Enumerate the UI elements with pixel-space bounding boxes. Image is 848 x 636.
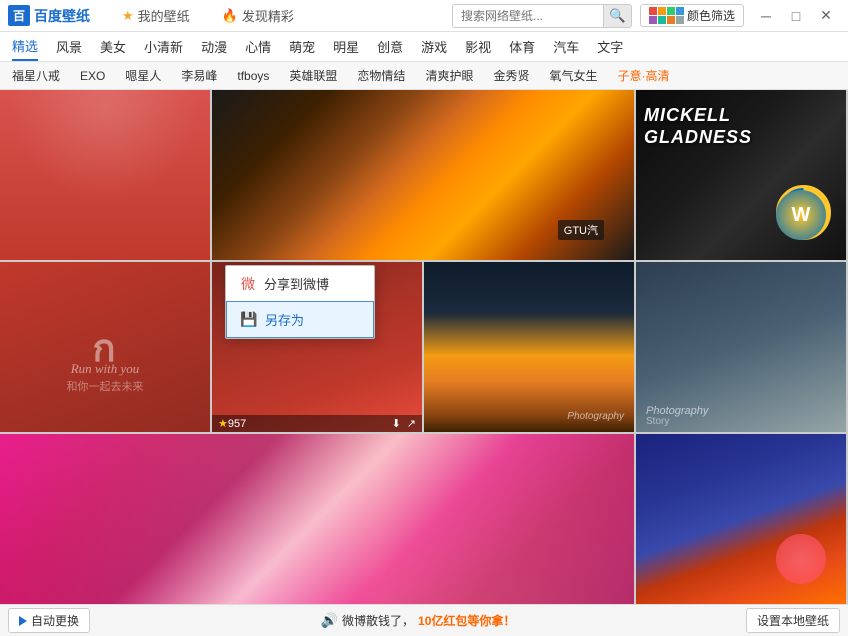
tag-kim[interactable]: 金秀贤 bbox=[493, 67, 529, 84]
cat-item-sports[interactable]: 体育 bbox=[509, 33, 535, 60]
run-subtitle: Run with you bbox=[0, 361, 210, 377]
auto-change-button[interactable]: 自动更换 bbox=[8, 608, 90, 633]
share-icon-cell: ↗ bbox=[407, 417, 416, 430]
color-grid bbox=[649, 7, 684, 24]
tag-object[interactable]: 恋物情结 bbox=[357, 67, 405, 84]
cat-item-games[interactable]: 游戏 bbox=[421, 33, 447, 60]
restore-button[interactable]: □ bbox=[782, 6, 810, 26]
tag-exo[interactable]: EXO bbox=[80, 69, 105, 83]
download-icon: ⬇ bbox=[392, 417, 401, 430]
promo-highlight: 10亿红包等你拿！ bbox=[418, 612, 515, 629]
app-title: 百度壁纸 bbox=[34, 6, 90, 26]
cat-item-cars[interactable]: 汽车 bbox=[553, 33, 579, 60]
category-nav: 精选 风景 美女 小清新 动漫 心情 萌宠 明星 创意 游戏 影视 体育 汽车 … bbox=[0, 32, 848, 62]
cat-item-creative[interactable]: 创意 bbox=[377, 33, 403, 60]
filter-label: 颜色筛选 bbox=[687, 7, 735, 24]
ctx-save-as[interactable]: 💾 另存为 bbox=[226, 301, 374, 338]
promo-message: 🔊 微博散钱了， 10亿红包等你拿！ bbox=[321, 612, 516, 629]
ctx-saveas-label: 另存为 bbox=[265, 310, 304, 329]
star-count: 957 bbox=[228, 418, 246, 430]
minimize-button[interactable]: ─ bbox=[752, 6, 780, 26]
wallpaper-cell-9[interactable] bbox=[636, 434, 846, 604]
context-menu: 微 分享到微博 💾 另存为 bbox=[225, 265, 375, 339]
cat-item-text[interactable]: 文字 bbox=[597, 33, 623, 60]
tab-my-label: 我的壁纸 bbox=[138, 6, 190, 25]
wallpaper-image-2: GTU汽 bbox=[212, 90, 634, 260]
search-button[interactable]: 🔍 bbox=[603, 4, 631, 28]
set-wallpaper-label: 设置本地壁纸 bbox=[757, 614, 829, 628]
cat-item-anime[interactable]: 动漫 bbox=[201, 33, 227, 60]
play-icon bbox=[19, 616, 27, 626]
wallpaper-cell-7[interactable]: Photography Story bbox=[636, 262, 846, 432]
tag-nav: 福星八戒 EXO 嗯星人 李易峰 tfboys 英雄联盟 恋物情结 清爽护眼 金… bbox=[0, 62, 848, 90]
window-controls: ─ □ ✕ bbox=[752, 6, 840, 26]
cat-item-stars[interactable]: 明星 bbox=[333, 33, 359, 60]
star-icon: ★ bbox=[122, 8, 134, 24]
tag-lol[interactable]: 英雄联盟 bbox=[289, 67, 337, 84]
wallpaper-image-6: Photography bbox=[424, 262, 634, 432]
fire-icon: 🔥 bbox=[222, 8, 238, 24]
search-icon: 🔍 bbox=[609, 8, 626, 24]
cat-item-pets[interactable]: 萌宠 bbox=[289, 33, 315, 60]
wallpaper-grid: GTU汽 MICKELL GLADNESS GSW ก Run with you… bbox=[0, 90, 848, 604]
app-logo: 百 百度壁纸 bbox=[8, 5, 90, 26]
close-button[interactable]: ✕ bbox=[812, 6, 840, 26]
tag-cool[interactable]: 清爽护眼 bbox=[425, 67, 473, 84]
wallpaper-cell-8[interactable] bbox=[0, 434, 634, 604]
speaker-icon: 🔊 bbox=[321, 612, 338, 629]
nav-tabs: ★ 我的壁纸 🔥 发现精彩 bbox=[106, 0, 452, 31]
cat-item-selected[interactable]: 精选 bbox=[12, 32, 38, 61]
wallpaper-cell-4[interactable]: ก Run with you 和你一起去未来 bbox=[0, 262, 210, 432]
auto-change-label: 自动更换 bbox=[31, 612, 79, 629]
logo-icon: 百 bbox=[8, 5, 30, 26]
tab-my-wallpaper[interactable]: ★ 我的壁纸 bbox=[106, 0, 206, 31]
wallpaper-image-1 bbox=[0, 90, 210, 260]
tag-tfboys[interactable]: tfboys bbox=[237, 69, 269, 83]
search-input[interactable] bbox=[453, 7, 603, 25]
wallpaper-cell-3[interactable]: MICKELL GLADNESS GSW bbox=[636, 90, 846, 260]
cat-item-fresh[interactable]: 小清新 bbox=[144, 33, 183, 60]
cat-item-mood[interactable]: 心情 bbox=[245, 33, 271, 60]
tag-hmxr[interactable]: 嗯星人 bbox=[125, 67, 161, 84]
cat-item-film[interactable]: 影视 bbox=[465, 33, 491, 60]
save-icon: 💾 bbox=[241, 312, 257, 328]
wallpaper-cell-1[interactable] bbox=[0, 90, 210, 260]
wallpaper-cell-6[interactable]: Photography bbox=[424, 262, 634, 432]
gladness-text: MICKELL GLADNESS bbox=[644, 105, 752, 148]
star-icon-cell: ★ bbox=[218, 417, 228, 430]
weibo-icon: 微 bbox=[240, 276, 256, 292]
tag-liyifeng[interactable]: 李易峰 bbox=[181, 67, 217, 84]
tag-oxygen[interactable]: 氧气女生 bbox=[549, 67, 597, 84]
search-box: 🔍 bbox=[452, 4, 632, 28]
color-filter-button[interactable]: 颜色筛选 bbox=[640, 4, 744, 27]
set-wallpaper-button[interactable]: 设置本地壁纸 bbox=[746, 608, 840, 633]
tag-ziy[interactable]: 子意·高清 bbox=[617, 67, 669, 84]
promo-prefix: 微博散钱了， bbox=[342, 612, 414, 629]
tag-fuxingbazhi[interactable]: 福星八戒 bbox=[12, 67, 60, 84]
wallpaper-image-3: MICKELL GLADNESS GSW bbox=[636, 90, 846, 260]
cat-item-beauty[interactable]: 美女 bbox=[100, 33, 126, 60]
ctx-share-label: 分享到微博 bbox=[264, 274, 329, 293]
ctx-share-weibo[interactable]: 微 分享到微博 bbox=[226, 266, 374, 301]
cell-bottom-bar-5: ★ 957 ⬇ ↗ bbox=[212, 415, 422, 432]
cat-item-scenery[interactable]: 风景 bbox=[56, 33, 82, 60]
wallpaper-cell-2[interactable]: GTU汽 bbox=[212, 90, 634, 260]
bottom-bar: 自动更换 🔊 微博散钱了， 10亿红包等你拿！ 设置本地壁纸 bbox=[0, 604, 848, 636]
tab-discover[interactable]: 🔥 发现精彩 bbox=[206, 0, 310, 31]
titlebar: 百 百度壁纸 ★ 我的壁纸 🔥 发现精彩 🔍 颜色筛选 ─ bbox=[0, 0, 848, 32]
tab-discover-label: 发现精彩 bbox=[242, 6, 294, 25]
